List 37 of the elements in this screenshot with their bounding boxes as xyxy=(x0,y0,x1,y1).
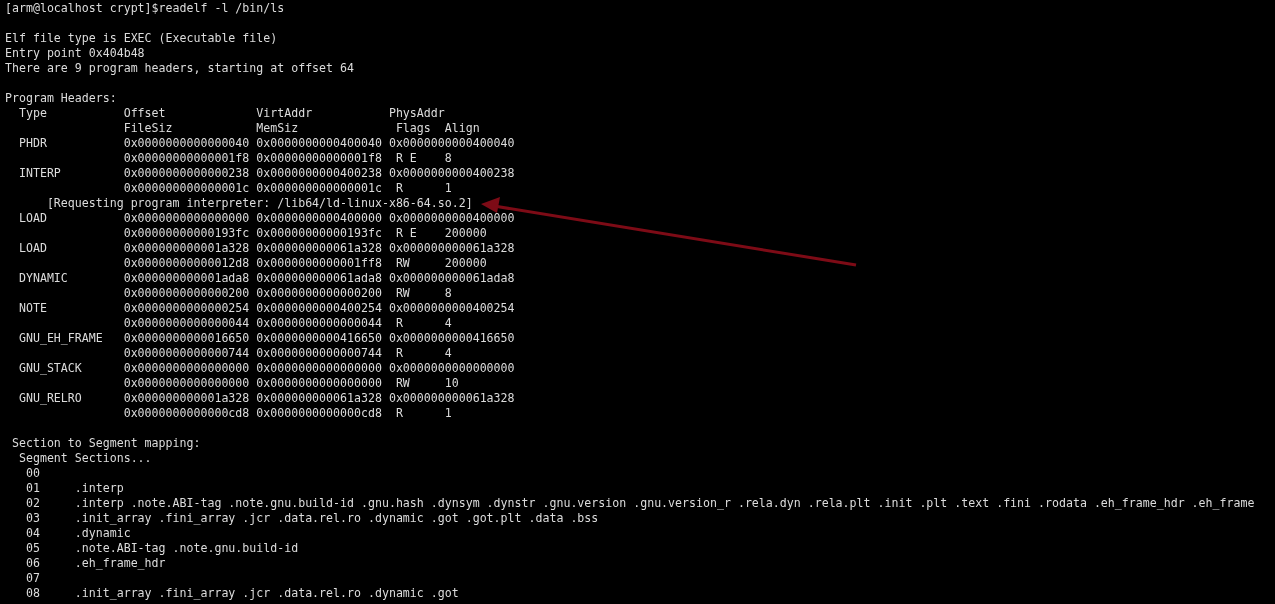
terminal-line: There are 9 program headers, starting at offset 64 xyxy=(5,61,354,76)
terminal-line: Elf file type is EXEC (Executable file) xyxy=(5,31,278,46)
terminal-line: 0x00000000000012d8 0x0000000000001ff8 RW 200000 xyxy=(122,256,487,271)
terminal-line: GNU_RELRO 0x000000000001a328 0x000000000061a328 0x000000000061a328 xyxy=(17,391,515,406)
terminal-line: 0x00000000000193fc 0x00000000000193fc R E 200000 xyxy=(122,226,487,241)
terminal-line: GNU_STACK 0x0000000000000000 0x0000000000000000 0x0000000000000000 xyxy=(17,361,515,376)
terminal-line: PHDR 0x0000000000000040 0x0000000000400040 0x0000000000400040 xyxy=(17,136,515,151)
terminal-line: 0x0000000000000200 0x0000000000000200 RW 8 xyxy=(122,286,452,301)
terminal-line: 0x00000000000001f8 0x00000000000001f8 R E 8 xyxy=(122,151,452,166)
terminal-line: 0x0000000000000cd8 0x0000000000000cd8 R 1 xyxy=(122,406,452,421)
terminal-line: 04 .dynamic xyxy=(24,526,131,541)
terminal-line: 0x000000000000001c 0x000000000000001c R 1 xyxy=(122,181,452,196)
terminal-line: 03 .init_array .fini_array .jcr .data.rel.ro .dynamic .got .got.plt .data .bss xyxy=(24,511,599,526)
terminal-line: 02 .interp .note.ABI-tag .note.gnu.build-id .gnu.hash .dynsym .dynstr .gnu.version .gnu.version_r .rela.dyn .rela.plt .init .plt .text .fini .rodata .eh_frame_hdr .eh_frame xyxy=(24,496,1255,511)
terminal-line: [arm@localhost crypt]$readelf -l /bin/ls xyxy=(5,1,285,16)
terminal-line: GNU_EH_FRAME 0x0000000000016650 0x0000000000416650 0x0000000000416650 xyxy=(17,331,515,346)
terminal-line: 06 .eh_frame_hdr xyxy=(24,556,166,571)
terminal-line: Segment Sections... xyxy=(17,451,152,466)
terminal-line: FileSiz MemSiz Flags Align xyxy=(122,121,480,136)
terminal-line: DYNAMIC 0x000000000001ada8 0x000000000061ada8 0x000000000061ada8 xyxy=(17,271,515,286)
terminal-line: NOTE 0x0000000000000254 0x0000000000400254 0x0000000000400254 xyxy=(17,301,515,316)
terminal-line: LOAD 0x0000000000000000 0x0000000000400000 0x0000000000400000 xyxy=(17,211,515,226)
terminal-line: 0x0000000000000044 0x0000000000000044 R 4 xyxy=(122,316,452,331)
terminal-line: Type Offset VirtAddr PhysAddr xyxy=(17,106,445,121)
terminal-line: 01 .interp xyxy=(24,481,124,496)
terminal-line: Section to Segment mapping: xyxy=(10,436,201,451)
terminal-line: INTERP 0x0000000000000238 0x0000000000400238 0x0000000000400238 xyxy=(17,166,515,181)
terminal-line: 00 xyxy=(24,466,40,481)
terminal-line: Entry point 0x404b48 xyxy=(5,46,145,61)
terminal-line: Program Headers: xyxy=(5,91,117,106)
terminal-line: 05 .note.ABI-tag .note.gnu.build-id xyxy=(24,541,299,556)
terminal-line: LOAD 0x000000000001a328 0x000000000061a328 0x000000000061a328 xyxy=(17,241,515,256)
terminal-line: 08 .init_array .fini_array .jcr .data.rel.ro .dynamic .got xyxy=(24,586,459,601)
terminal-line: [Requesting program interpreter: /lib64/ld-linux-x86-64.so.2] xyxy=(45,196,473,211)
terminal-line: 0x0000000000000744 0x0000000000000744 R 4 xyxy=(122,346,452,361)
terminal-line: 07 xyxy=(24,571,40,586)
terminal-line: 0x0000000000000000 0x0000000000000000 RW 10 xyxy=(122,376,459,391)
